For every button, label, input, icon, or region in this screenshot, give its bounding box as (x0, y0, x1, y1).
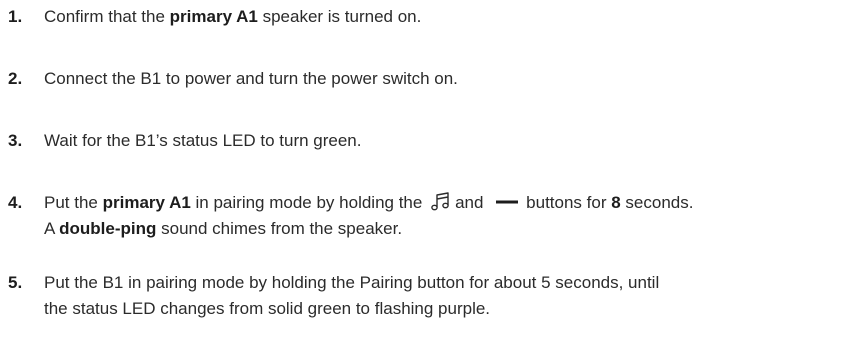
step-line: Connect the B1 to power and turn the pow… (44, 66, 458, 92)
emphasis-text: primary A1 (169, 7, 258, 26)
body-text: A (44, 219, 60, 238)
body-text: speaker is turned on. (257, 7, 422, 26)
body-text: Wait for the B1’s status LED to turn gre… (44, 131, 362, 150)
step-text: Connect the B1 to power and turn the pow… (44, 66, 458, 92)
step-text: Confirm that the primary A1 speaker is t… (44, 4, 421, 30)
step-line: Confirm that the primary A1 speaker is t… (44, 4, 421, 30)
body-text: and (455, 193, 489, 212)
body-text: sound chimes from the speaker. (156, 219, 403, 238)
emphasis-text: 8 (611, 193, 621, 212)
step-number: 5. (8, 273, 23, 292)
step-text: Put the primary A1 in pairing mode by ho… (44, 190, 693, 242)
step-line: Wait for the B1’s status LED to turn gre… (44, 128, 362, 154)
pairing-steps-list: 1. Confirm that the primary A1 speaker i… (0, 0, 841, 342)
body-text: seconds. (620, 193, 694, 212)
body-text: buttons for (526, 193, 612, 212)
music-note-icon (431, 191, 449, 210)
step-text: Wait for the B1’s status LED to turn gre… (44, 128, 362, 154)
step-line: Put the primary A1 in pairing mode by ho… (44, 190, 693, 216)
step-line: the status LED changes from solid green … (44, 296, 659, 322)
step-line: A double-ping sound chimes from the spea… (44, 216, 693, 242)
body-text: in pairing mode by holding the (190, 193, 428, 212)
emphasis-text: primary A1 (102, 193, 191, 212)
step-number: 4. (8, 193, 23, 212)
body-text: Put the (44, 193, 103, 212)
step-number: 1. (8, 7, 23, 26)
step-number: 2. (8, 69, 23, 88)
step-line: Put the B1 in pairing mode by holding th… (44, 270, 659, 296)
body-text: Put the B1 in pairing mode by holding th… (44, 273, 660, 292)
step-number: 3. (8, 131, 23, 150)
body-text: the status LED changes from solid green … (44, 299, 491, 318)
body-text: Connect the B1 to power and turn the pow… (44, 69, 458, 88)
minus-icon (496, 200, 519, 204)
body-text: Confirm that the (44, 7, 170, 26)
step-text: Put the B1 in pairing mode by holding th… (44, 270, 659, 322)
emphasis-text: double-ping (59, 219, 157, 238)
